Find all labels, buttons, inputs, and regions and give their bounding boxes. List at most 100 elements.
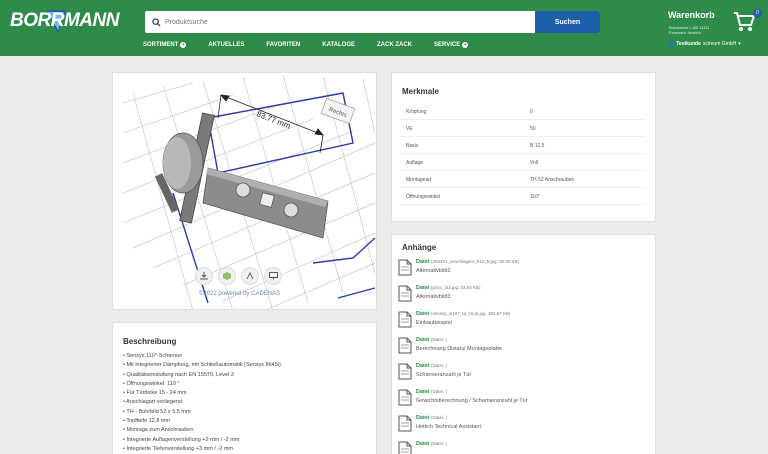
attachment-meta: (Datei, ) bbox=[430, 389, 447, 394]
description-list: Sensys 110°-ScharnierMit integrierter Dä… bbox=[123, 352, 281, 454]
cad-viewer[interactable]: 83.77 mm Rechts ©2022 powered by CADENAS bbox=[112, 72, 377, 310]
nav-label: AKTUELLES bbox=[208, 42, 245, 48]
plus-icon: + bbox=[180, 42, 187, 48]
search-icon bbox=[147, 11, 165, 33]
attachment-name[interactable]: Alternativbild2 bbox=[416, 268, 451, 274]
attachment-name[interactable]: Scharnieranzahl je Tür bbox=[416, 372, 471, 378]
measure-icon[interactable] bbox=[241, 267, 259, 285]
nav-sortiment[interactable]: SORTIMENT + bbox=[143, 39, 187, 51]
brand-logo[interactable]: BORRMANN bbox=[10, 6, 119, 36]
attachment-type[interactable]: Datei bbox=[416, 389, 429, 395]
attachment-meta: (Datei, ) bbox=[430, 337, 447, 342]
attachment-header: Datei (Datei, ) bbox=[416, 389, 447, 395]
download-icon[interactable] bbox=[195, 267, 213, 285]
viewer-credit-link[interactable]: ©2022 powered by CADENAS bbox=[199, 291, 280, 297]
merkmal-value: TH 52 Anschrauben bbox=[530, 177, 575, 183]
plus-icon: + bbox=[462, 42, 469, 48]
merkmal-row: Montageart TH 52 Anschrauben bbox=[400, 171, 646, 188]
description-item: Sensys 110°-Scharnier bbox=[123, 352, 281, 361]
screen-icon[interactable] bbox=[264, 267, 282, 285]
attachment-meta: (picto_t42.jpg, 33.64 KB) bbox=[430, 285, 481, 290]
cube-icon[interactable] bbox=[218, 267, 236, 285]
main-nav: SORTIMENT + AKTUELLES FAVORITEN KATALOGE … bbox=[143, 39, 490, 51]
user-icon: 👤 bbox=[668, 41, 675, 47]
nav-label: SORTIMENT bbox=[143, 42, 179, 48]
description-item: Für Türdicke 15 - 24 mm bbox=[123, 389, 281, 398]
nav-service[interactable]: SERVICE + bbox=[434, 39, 469, 51]
attachment-type[interactable]: Datei bbox=[416, 415, 429, 421]
cart-title[interactable]: Warenkorb bbox=[668, 10, 715, 20]
description-item: Montage zum Anschrauben bbox=[123, 426, 281, 435]
description-item: TH - Bohrbild 52 x 5,5 mm bbox=[123, 408, 281, 417]
file-icon bbox=[398, 311, 412, 328]
description-item: Integrierte Auflagenverstellung +2 mm / … bbox=[123, 436, 281, 445]
description-item: Topftiefe 12,8 mm bbox=[123, 417, 281, 426]
attachment-name[interactable]: Hettich Technical Assistant bbox=[416, 424, 481, 430]
attachment-type[interactable]: Datei bbox=[416, 441, 429, 447]
merkmal-row: Kröpfung 0 bbox=[400, 103, 646, 120]
nav-favoriten[interactable]: FAVORITEN bbox=[266, 39, 300, 51]
anhaenge-panel: Anhänge Datei (300201_anschlagam_b12_5.j… bbox=[391, 234, 656, 454]
attachment-name[interactable]: Berechnung Distanz Montageplatte bbox=[416, 346, 502, 352]
attachment-item[interactable]: Datei (Datei, ) Berechnung Distanz Montag… bbox=[398, 335, 648, 359]
merkmale-panel: Merkmale Kröpfung 0 VE 50 Basis B 12,5 Aufl… bbox=[391, 72, 656, 222]
logo-text: BORRMANN bbox=[10, 10, 119, 31]
attachment-type[interactable]: Datei bbox=[416, 259, 429, 265]
cart-count-badge: 0 bbox=[753, 9, 762, 18]
merkmal-row: Öffnungswinkel 110° bbox=[400, 188, 646, 205]
merkmal-key: Öffnungswinkel bbox=[406, 194, 441, 200]
description-item: Öffnungswinkel: 110 ° bbox=[123, 380, 281, 389]
attachment-item[interactable]: Datei (300201_anschlagam_b12_5.jpg, 39.5… bbox=[398, 257, 648, 281]
attachment-name[interactable]: Einbaubeispiel bbox=[416, 320, 452, 326]
description-item: Mit integrierter Dämpfung, mit Schließau… bbox=[123, 361, 280, 370]
beschreibung-panel: Beschreibung Sensys 110°-ScharnierMit in… bbox=[112, 322, 377, 454]
attachment-type[interactable]: Datei bbox=[416, 337, 429, 343]
attachment-meta: (Datei, ) bbox=[430, 441, 447, 446]
attachment-type[interactable]: Datei bbox=[416, 363, 429, 369]
attachment-meta: (Datei, ) bbox=[430, 363, 447, 368]
attachment-item[interactable]: Datei (Datei, ) Hettich Technical Assista… bbox=[398, 413, 648, 437]
anhaenge-title: Anhänge bbox=[402, 243, 437, 252]
search-input[interactable] bbox=[165, 12, 535, 32]
file-icon bbox=[398, 363, 412, 380]
nav-zackzack[interactable]: ZACK ZACK bbox=[377, 39, 412, 51]
beschreibung-title: Beschreibung bbox=[123, 337, 177, 346]
merkmal-value: Voll bbox=[530, 160, 539, 166]
user-company: scireum GmbH bbox=[702, 41, 737, 47]
chevron-down-icon: ▾ bbox=[738, 41, 741, 47]
merkmal-value: 0 bbox=[530, 109, 533, 115]
description-item: Integrierte Tiefenverstellung +3 mm / -2… bbox=[123, 445, 281, 454]
attachment-header: Datei (Datei, ) bbox=[416, 337, 447, 343]
attachment-name[interactable]: Alternativbild3 bbox=[416, 294, 451, 300]
merkmal-key: VE bbox=[406, 126, 413, 132]
attachment-item[interactable]: Datei (Datei, ) Scharnieranzahl je Tür bbox=[398, 361, 648, 385]
description-item: Anschlagart vorliegend bbox=[123, 398, 281, 407]
file-icon bbox=[398, 415, 412, 432]
nav-label: ZACK ZACK bbox=[377, 42, 413, 48]
user-name: Testkunde bbox=[676, 41, 701, 47]
search-button[interactable]: Suchen bbox=[535, 11, 600, 33]
viewer-toolbar bbox=[195, 267, 282, 285]
attachment-type[interactable]: Datei bbox=[416, 311, 429, 317]
attachment-header: Datei (Datei, ) bbox=[416, 415, 447, 421]
attachment-item[interactable]: Datei (Datei, ) Gewichtsberechnung / Scha… bbox=[398, 387, 648, 411]
file-icon bbox=[398, 337, 412, 354]
file-icon bbox=[398, 441, 412, 454]
merkmal-row: Auflage Voll bbox=[400, 154, 646, 171]
cart[interactable]: Warenkorb Bornkamm L.60I 11111 Fernwahl:… bbox=[640, 8, 762, 42]
nav-label: FAVORITEN bbox=[266, 42, 301, 48]
attachment-header: Datei (sensys_w107_ta_shop.jpg, 382.67 K… bbox=[416, 311, 511, 317]
merkmal-key: Montageart bbox=[406, 177, 432, 183]
attachment-header: Datei (Datei, ) bbox=[416, 441, 447, 447]
site-header: BORRMANN Suchen Warenkorb Bornkamm L.60I… bbox=[0, 0, 768, 56]
attachment-name[interactable]: Gewichtsberechnung / Scharnieranzahl je … bbox=[416, 398, 528, 404]
merkmal-row: VE 50 bbox=[400, 120, 646, 137]
attachment-item[interactable]: Datei (Datei, ) bbox=[398, 439, 648, 454]
description-item: Qualitätseinstufung nach EN 15570, Level… bbox=[123, 371, 281, 380]
nav-kataloge[interactable]: KATALOGE bbox=[322, 39, 355, 51]
attachment-item[interactable]: Datei (sensys_w107_ta_shop.jpg, 382.67 K… bbox=[398, 309, 648, 333]
attachment-type[interactable]: Datei bbox=[416, 285, 429, 291]
nav-aktuelles[interactable]: AKTUELLES bbox=[208, 39, 244, 51]
attachment-item[interactable]: Datei (picto_t42.jpg, 33.64 KB) Alternati… bbox=[398, 283, 648, 307]
user-menu[interactable]: 👤 Testkunde scireum GmbH ▾ bbox=[668, 41, 741, 47]
